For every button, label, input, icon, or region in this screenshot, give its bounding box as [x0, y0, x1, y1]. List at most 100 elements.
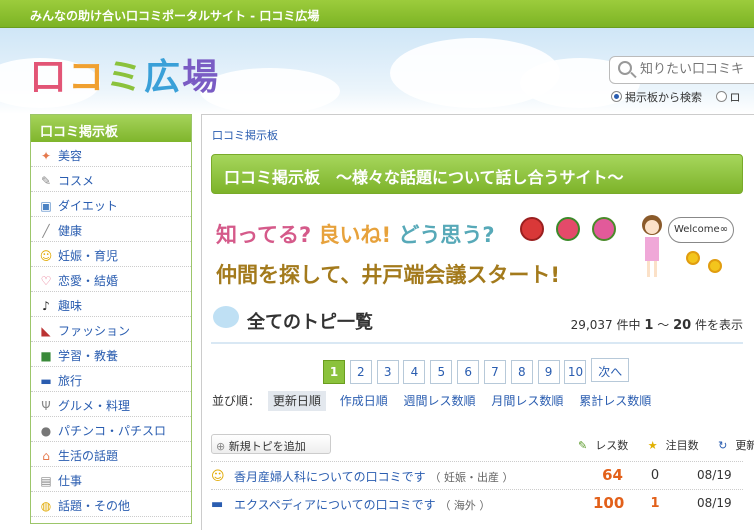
sidebar-item-label: ファッション	[58, 324, 131, 338]
sidebar-item-label: 旅行	[58, 374, 83, 388]
sort-option[interactable]: 作成日順	[340, 394, 388, 408]
sort-option[interactable]: 週間レス数順	[404, 394, 476, 408]
sidebar-item[interactable]: ▤ 仕事	[31, 467, 191, 492]
page-link[interactable]: 3	[376, 360, 399, 384]
sidebar-item[interactable]: Ψ グルメ・料理	[31, 392, 191, 417]
scale-icon: ▣	[40, 199, 52, 213]
promo-text: 知ってる?	[216, 223, 312, 247]
sort-option[interactable]: 累計レス数順	[579, 394, 651, 408]
sidebar-item-label: 健康	[58, 224, 83, 238]
sidebar-item[interactable]: ▣ ダイエット	[31, 192, 191, 217]
promo-headline: 知ってる? 良いね! どう思う?	[216, 219, 495, 249]
pagination: 1 2 3 4 5 6 7 8 9 10 次へ	[323, 358, 630, 384]
smiley-icon: ☺	[211, 469, 225, 484]
girl-illustration-icon	[642, 215, 662, 277]
legend-res: レス数	[595, 439, 629, 452]
count-to: 20	[673, 318, 692, 333]
topic-res-count: 64	[602, 466, 623, 484]
sort-bar: 並び順： 更新日順 作成日順 週間レス数順 月間レス数順 累計レス数順	[212, 391, 663, 411]
house-icon: ⌂	[42, 449, 50, 463]
page-link[interactable]: 5	[430, 360, 453, 384]
search-input[interactable]	[640, 62, 754, 77]
page-link[interactable]: 4	[403, 360, 426, 384]
count-mid: 件中	[616, 318, 641, 332]
promo-subline: 仲間を探して、井戸端会議スタート!	[216, 263, 560, 287]
star-icon: ★	[647, 439, 658, 452]
search-box[interactable]	[609, 56, 754, 84]
search-scope: 掲示板から検索 ロ	[611, 89, 741, 105]
page-link[interactable]: 9	[537, 360, 560, 384]
sidebar: 口コミ掲示板 ✦ 美容 ✎ コスメ ▣ ダイエット ╱ 健康 ☺ 妊娠・育児 ♡ 恋愛・結婚…	[30, 114, 192, 524]
logo-char: ミ	[106, 57, 145, 98]
topic-category: （ 海外 ）	[439, 499, 491, 512]
page-link[interactable]: 6	[457, 360, 480, 384]
promo-text: 良いね!	[318, 223, 392, 247]
radio-other-label: ロ	[729, 91, 741, 104]
welcome-bubble: Welcome∞	[668, 217, 734, 243]
sort-label: 並び順：	[212, 394, 261, 408]
radio-other[interactable]	[715, 91, 727, 102]
page-link[interactable]: 10	[564, 360, 587, 384]
car-icon: ▬	[211, 497, 224, 512]
sidebar-item-label: 美容	[58, 149, 83, 163]
list-title: 全てのトピ一覧	[247, 312, 373, 333]
result-count: 29,037 件中 1 ～ 20 件を表示	[571, 316, 743, 333]
lipstick-icon: ✎	[40, 174, 52, 188]
ball-icon: ●	[40, 424, 52, 438]
sidebar-item[interactable]: ◣ ファッション	[31, 317, 191, 342]
sidebar-item-label: 恋愛・結婚	[58, 274, 119, 288]
music-note-icon: ♪	[42, 299, 50, 313]
page-link[interactable]: 2	[349, 360, 372, 384]
cherry-icon	[592, 217, 616, 241]
topic-date: 08/19	[697, 468, 732, 482]
cutlery-icon: Ψ	[41, 399, 51, 413]
legend-watch: 注目数	[665, 439, 699, 452]
page-link[interactable]: 8	[510, 360, 533, 384]
radio-board-label: 掲示板から検索	[625, 91, 702, 104]
sidebar-item[interactable]: ■ 学習・教養	[31, 342, 191, 367]
sort-option[interactable]: 月間レス数順	[491, 394, 563, 408]
refresh-icon: ↻	[718, 439, 728, 452]
sidebar-item-label: グルメ・料理	[58, 399, 131, 413]
promo-text: どう思う?	[398, 223, 495, 247]
flower-icon	[708, 259, 722, 273]
radio-board[interactable]	[611, 91, 622, 102]
logo-char: コ	[68, 57, 107, 98]
site-logo[interactable]: 口コミ広場	[30, 48, 220, 100]
topic-row[interactable]: ☺ 香月産婦人科についての口コミです （ 妊娠・出産 ） 64 0 08/19	[211, 461, 743, 489]
sidebar-item[interactable]: ⌂ 生活の話題	[31, 442, 191, 467]
page-link[interactable]: 1	[323, 360, 345, 384]
sidebar-item[interactable]: ☺ 妊娠・育児	[31, 242, 191, 267]
strawberry-icon	[556, 217, 580, 241]
legend-updated: 更新日	[735, 439, 754, 452]
sidebar-item[interactable]: ╱ 健康	[31, 217, 191, 242]
count-tilde: ～	[657, 318, 670, 332]
sidebar-item[interactable]: ◍ 話題・その他	[31, 492, 191, 517]
page-link[interactable]: 7	[483, 360, 506, 384]
sidebar-item[interactable]: ✎ コスメ	[31, 167, 191, 192]
sort-option-selected[interactable]: 更新日順	[267, 391, 326, 411]
add-topic-button[interactable]: ⊕ 新規トピを追加	[211, 434, 331, 454]
sidebar-item-label: 仕事	[58, 474, 83, 488]
sidebar-item[interactable]: ● パチンコ・パチスロ	[31, 417, 191, 442]
topic-category: （ 妊娠・出産 ）	[429, 471, 514, 484]
sidebar-item-label: ダイエット	[58, 199, 118, 213]
add-topic-label: 新規トピを追加	[228, 440, 306, 453]
logo-char: 場	[182, 57, 221, 98]
topic-title-text: エクスペディアについての口コミです	[234, 498, 436, 512]
speech-bubble-icon: ◍	[40, 499, 52, 513]
sidebar-item[interactable]: ▬ 旅行	[31, 367, 191, 392]
sidebar-item[interactable]: ♡ 恋愛・結婚	[31, 267, 191, 292]
sidebar-item-label: 話題・その他	[58, 499, 131, 513]
breadcrumb[interactable]: 口コミ掲示板	[212, 127, 278, 143]
topic-title[interactable]: 香月産婦人科についての口コミです （ 妊娠・出産 ）	[234, 468, 513, 485]
book-icon: ■	[40, 349, 52, 363]
topic-title[interactable]: エクスペディアについての口コミです （ 海外 ）	[234, 496, 490, 513]
sidebar-item[interactable]: ✦ 美容	[31, 142, 191, 167]
next-page-button[interactable]: 次へ	[591, 358, 630, 382]
top-bar: みんなの助け合い口コミポータルサイト - 口コミ広場	[0, 0, 754, 28]
sidebar-item[interactable]: ♪ 趣味	[31, 292, 191, 317]
search-icon	[618, 61, 632, 75]
topic-row[interactable]: ▬ エクスペディアについての口コミです （ 海外 ） 100 1 08/19	[211, 489, 743, 517]
syringe-icon: ╱	[42, 224, 50, 238]
